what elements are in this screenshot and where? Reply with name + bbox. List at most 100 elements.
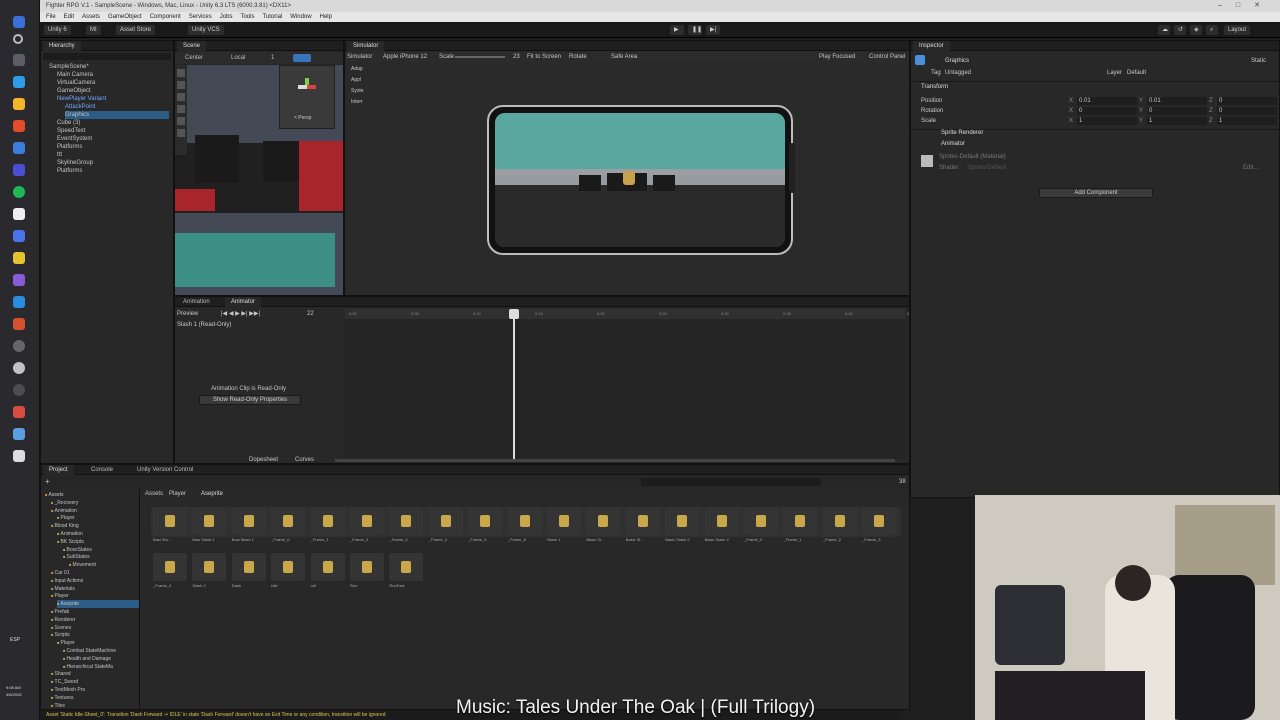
project-folder[interactable]: Blood King [51, 522, 139, 530]
brave-icon[interactable] [13, 120, 25, 132]
tag-dropdown[interactable]: Untagged [945, 69, 971, 77]
project-folder[interactable]: Animation [51, 507, 139, 515]
asset-thumbnail[interactable] [586, 507, 621, 535]
play-button[interactable]: ▶ [670, 25, 684, 35]
asset-thumbnail[interactable] [665, 507, 700, 535]
object-name-field[interactable]: Graphics [945, 57, 969, 65]
project-folder[interactable]: Health and Damage [63, 655, 139, 663]
rect-tool-icon[interactable] [177, 117, 185, 125]
project-folder[interactable]: Combat StateMachine [63, 647, 139, 655]
scene-orientation-gizmo[interactable] [298, 78, 316, 96]
tab-scene[interactable]: Scene [177, 41, 207, 51]
show-readonly-properties-button[interactable]: Show Read-Only Properties [199, 395, 301, 405]
device-dropdown[interactable]: Apple iPhone 12 [383, 53, 427, 61]
project-folder[interactable]: Car 01 [51, 569, 139, 577]
breadcrumb-aseprite[interactable]: Aseprite [201, 490, 223, 498]
project-folder[interactable]: Tiles [51, 702, 139, 709]
search-icon[interactable]: ⌕ [1206, 25, 1218, 35]
vcs-button[interactable]: Unity VCS [188, 25, 224, 35]
grid-number[interactable]: 1 [271, 54, 274, 62]
breadcrumb-assets[interactable]: Assets [145, 490, 163, 498]
preview-button[interactable]: Preview [177, 310, 198, 318]
asset-thumbnail[interactable] [468, 507, 503, 535]
mail-icon[interactable] [13, 230, 25, 242]
asset-thumbnail[interactable] [271, 507, 306, 535]
history-icon[interactable]: ↺ [1174, 25, 1186, 35]
close-button[interactable]: ✕ [1254, 2, 1274, 9]
hierarchy-item[interactable]: Main Camera [57, 71, 169, 79]
hierarchy-item[interactable]: VirtualCamera [57, 79, 169, 87]
asset-thumbnail[interactable] [231, 553, 266, 581]
asset-thumbnail[interactable] [389, 553, 424, 581]
create-button[interactable]: + [45, 478, 50, 486]
hand-tool-icon[interactable] [177, 69, 185, 77]
asset-thumbnail[interactable] [704, 507, 739, 535]
timeline-scrollbar[interactable] [335, 459, 895, 462]
clip-dropdown[interactable]: Slash 1 (Read-Only) [177, 321, 231, 329]
clock-date[interactable]: 4/6/2026 [6, 691, 22, 699]
unity-hub-icon[interactable] [13, 340, 25, 352]
asset-thumbnail[interactable] [547, 507, 581, 535]
menu-jobs[interactable]: Jobs [220, 14, 233, 20]
simulator-side-item[interactable]: Interr [351, 98, 363, 106]
shader-dropdown[interactable]: Sprites/Default [967, 164, 1006, 172]
project-folder[interactable]: SubStates [63, 553, 139, 561]
app-icon-4[interactable] [13, 428, 25, 440]
hierarchy-item[interactable]: SpeedText [57, 127, 169, 135]
transform-rotation-z-field[interactable]: 0 [1217, 107, 1277, 115]
app-icon-2[interactable] [13, 296, 25, 308]
hierarchy-search-input[interactable] [43, 53, 171, 60]
edge-icon[interactable] [13, 76, 25, 88]
timeline-ruler[interactable]: 0:00 0:05 0:10 0:15 0:20 0:25 0:30 0:35 0:40 0:45… [345, 309, 909, 319]
transform-position-x-field[interactable]: 0.01 [1077, 97, 1137, 105]
grid-snap-button[interactable] [293, 54, 311, 62]
language-indicator[interactable]: ESP [10, 636, 20, 644]
spotify-icon[interactable] [13, 186, 25, 198]
asset-thumbnail[interactable] [153, 553, 187, 581]
menu-gameobject[interactable]: GameObject [108, 14, 142, 20]
add-component-button[interactable]: Add Component [1039, 188, 1153, 198]
menu-edit[interactable]: Edit [64, 14, 74, 20]
hierarchy-item[interactable]: NewPlayer Variant [57, 95, 169, 103]
app-icon[interactable] [13, 164, 25, 176]
asset-thumbnail[interactable] [350, 507, 384, 535]
asset-thumbnail[interactable] [507, 507, 542, 535]
safe-area-toggle[interactable]: Safe Area [611, 53, 637, 61]
play-focused-dropdown[interactable]: Play Focused [819, 53, 855, 61]
asset-thumbnail[interactable] [822, 507, 857, 535]
simulator-side-item[interactable]: Adap [351, 65, 363, 73]
simulator-side-item[interactable]: Appl [351, 76, 361, 84]
task-view-icon[interactable] [13, 54, 25, 66]
asset-thumbnail[interactable] [783, 507, 818, 535]
visual-studio-icon[interactable] [13, 274, 25, 286]
user-button[interactable]: MI [86, 25, 101, 35]
pivot-dropdown[interactable]: Center [185, 54, 203, 62]
project-folder[interactable]: Animation [57, 530, 139, 538]
transform-rotation-x-field[interactable]: 0 [1077, 107, 1137, 115]
project-folder[interactable]: _Recovery [51, 499, 139, 507]
project-folder[interactable]: Player [51, 592, 139, 600]
asset-thumbnail[interactable] [389, 507, 424, 535]
playhead[interactable] [513, 309, 515, 459]
rotate-button[interactable]: Rotate [569, 53, 587, 61]
transform-rotation-y-field[interactable]: 0 [1147, 107, 1207, 115]
tab-version-control[interactable]: Unity Version Control [131, 465, 199, 475]
move-tool-icon[interactable] [177, 81, 185, 89]
transform-scale-z-field[interactable]: 1 [1217, 117, 1277, 125]
project-folder[interactable]: Scenes [51, 624, 139, 632]
simulator-mode-dropdown[interactable]: Simulator [347, 53, 372, 61]
tab-console[interactable]: Console [85, 465, 119, 475]
asset-store-button[interactable]: Asset Store [116, 25, 156, 35]
calendar-icon[interactable] [13, 142, 25, 154]
menu-services[interactable]: Services [189, 14, 212, 20]
transform-tool-icon[interactable] [177, 129, 185, 137]
tab-animator[interactable]: Animator [225, 297, 262, 307]
hierarchy-item[interactable]: GameObject [57, 87, 169, 95]
playhead-handle[interactable] [509, 309, 519, 319]
unity-icon[interactable] [13, 384, 25, 396]
asset-thumbnail[interactable] [428, 507, 463, 535]
rotate-tool-icon[interactable] [177, 93, 185, 101]
dopesheet-area[interactable] [343, 319, 907, 459]
dopesheet-tab[interactable]: Dopesheet [249, 456, 278, 463]
hierarchy-item[interactable]: Platforms [57, 167, 169, 175]
